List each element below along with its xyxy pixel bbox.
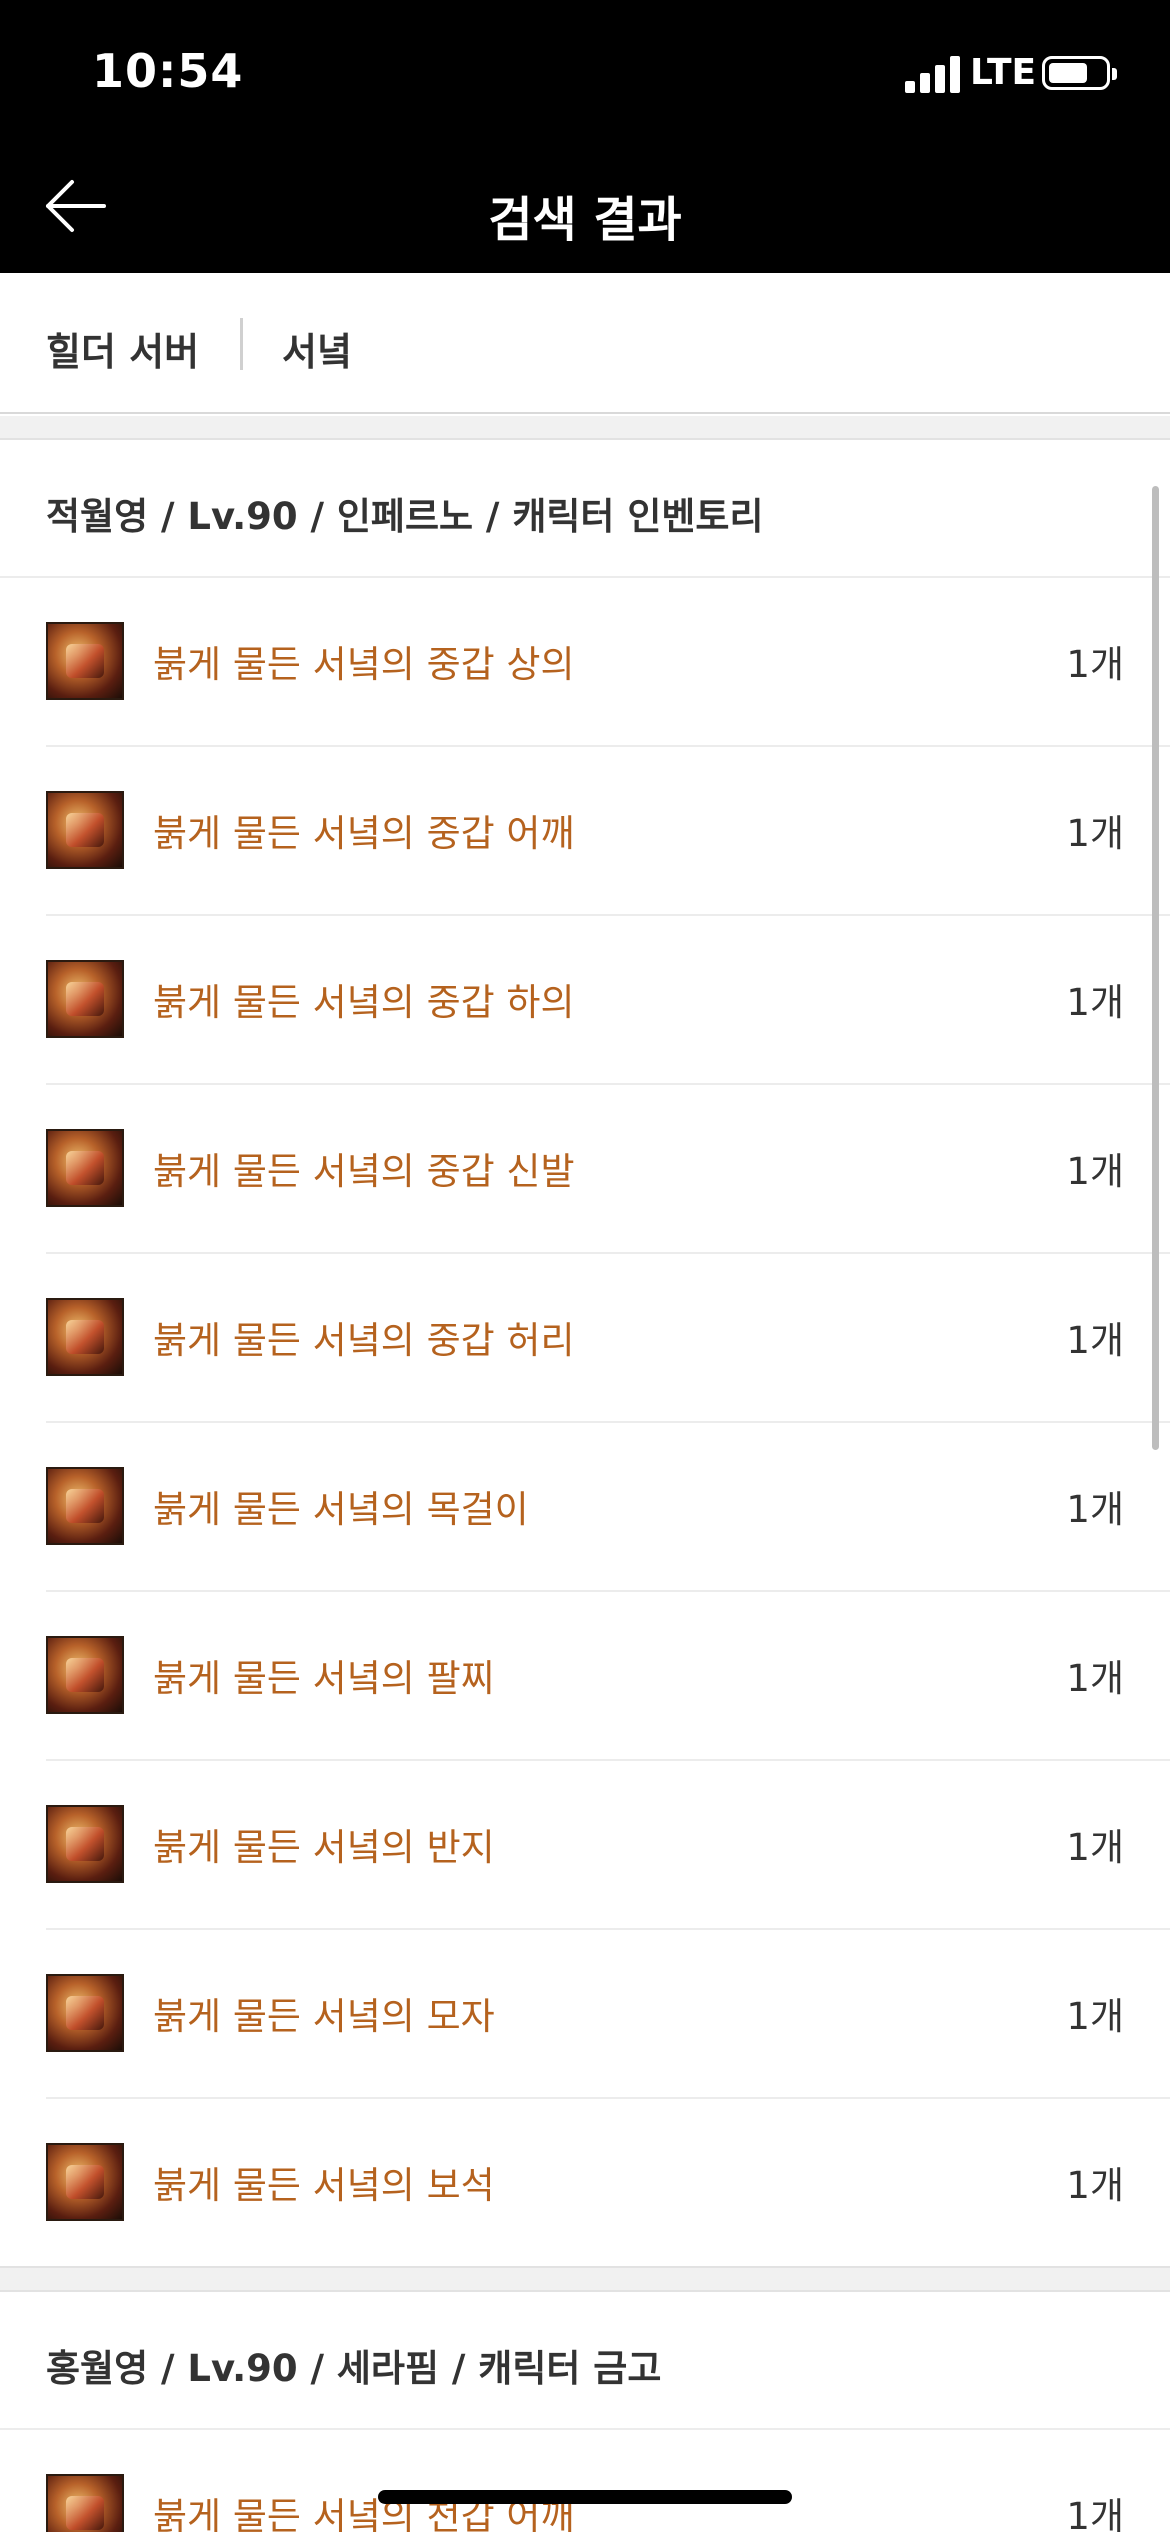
list-item[interactable]: 붉게 물든 서녘의 중갑 상의 1개 <box>46 578 1170 747</box>
item-count: 1개 <box>1066 643 1124 686</box>
hat-icon <box>46 1974 124 2052</box>
list-item[interactable]: 붉게 물든 서녘의 중갑 신발 1개 <box>46 1085 1170 1254</box>
item-count: 1개 <box>1066 2164 1124 2207</box>
ring-icon <box>46 1805 124 1883</box>
list-item[interactable]: 붉게 물든 서녘의 팔찌 1개 <box>46 1592 1170 1761</box>
armor-shoes-icon <box>46 1129 124 1207</box>
armor-shoulder-icon <box>46 791 124 869</box>
filter-divider <box>240 318 243 370</box>
page-title: 검색 결과 <box>488 192 682 248</box>
app-header: 검색 결과 <box>0 140 1170 273</box>
section-gap <box>0 2266 1170 2292</box>
section-header: 적월영 / Lv.90 / 인페르노 / 캐릭터 인벤토리 <box>0 442 1170 578</box>
item-name: 붉게 물든 서녘의 보석 <box>153 2164 495 2207</box>
item-name: 붉게 물든 서녘의 중갑 어깨 <box>153 812 575 855</box>
necklace-icon <box>46 1467 124 1545</box>
item-count: 1개 <box>1066 981 1124 1024</box>
item-count: 1개 <box>1066 1995 1124 2038</box>
item-name: 붉게 물든 서녘의 목걸이 <box>153 1488 529 1531</box>
item-name: 붉게 물든 서녘의 중갑 상의 <box>153 643 575 686</box>
item-name: 붉게 물든 서녘의 중갑 하의 <box>153 981 575 1024</box>
item-name: 붉게 물든 서녘의 중갑 허리 <box>153 1319 575 1362</box>
armor-top-icon <box>46 622 124 700</box>
cellular-signal-icon <box>905 55 961 93</box>
gem-icon <box>46 2143 124 2221</box>
search-filter-bar: 힐더 서버 서녘 <box>0 273 1170 414</box>
list-item[interactable]: 붉게 물든 서녘의 목걸이 1개 <box>46 1423 1170 1592</box>
armor-bottom-icon <box>46 960 124 1038</box>
armor-shoulder-icon <box>46 2474 124 2532</box>
item-count: 1개 <box>1066 1319 1124 1362</box>
item-count: 1개 <box>1066 1826 1124 1869</box>
item-name: 붉게 물든 서녘의 팔찌 <box>153 1657 495 1700</box>
list-item[interactable]: 붉게 물든 서녘의 모자 1개 <box>46 1930 1170 2099</box>
list-item[interactable]: 붉게 물든 서녘의 중갑 어깨 1개 <box>46 747 1170 916</box>
bracelet-icon <box>46 1636 124 1714</box>
section-header: 홍월영 / Lv.90 / 세라핌 / 캐릭터 금고 <box>0 2294 1170 2430</box>
network-label: LTE <box>970 52 1037 93</box>
list-item[interactable]: 붉게 물든 서녘의 보석 1개 <box>46 2099 1170 2268</box>
home-indicator[interactable] <box>378 2490 792 2504</box>
item-name: 붉게 물든 서녘의 반지 <box>153 1826 495 1869</box>
item-count: 1개 <box>1066 1657 1124 1700</box>
item-count: 1개 <box>1066 2495 1124 2532</box>
armor-belt-icon <box>46 1298 124 1376</box>
server-filter[interactable]: 힐더 서버 <box>46 321 199 376</box>
section-gap <box>0 416 1170 440</box>
status-bar: 10:54 LTE <box>0 0 1170 140</box>
item-name: 붉게 물든 서녘의 중갑 신발 <box>153 1150 575 1193</box>
battery-icon <box>1042 56 1117 90</box>
scrollbar[interactable] <box>1152 486 1159 1450</box>
result-section: 적월영 / Lv.90 / 인페르노 / 캐릭터 인벤토리 붉게 물든 서녘의 … <box>0 442 1170 2268</box>
search-keyword[interactable]: 서녘 <box>282 321 352 376</box>
list-item[interactable]: 붉게 물든 서녘의 반지 1개 <box>46 1761 1170 1930</box>
list-item[interactable]: 붉게 물든 서녘의 중갑 하의 1개 <box>46 916 1170 1085</box>
item-count: 1개 <box>1066 812 1124 855</box>
status-time: 10:54 <box>92 44 244 98</box>
list-item[interactable]: 붉게 물든 서녘의 천갑 어깨 1개 <box>46 2430 1170 2532</box>
list-item[interactable]: 붉게 물든 서녘의 중갑 허리 1개 <box>46 1254 1170 1423</box>
item-name: 붉게 물든 서녘의 모자 <box>153 1995 495 2038</box>
item-count: 1개 <box>1066 1488 1124 1531</box>
item-count: 1개 <box>1066 1150 1124 1193</box>
